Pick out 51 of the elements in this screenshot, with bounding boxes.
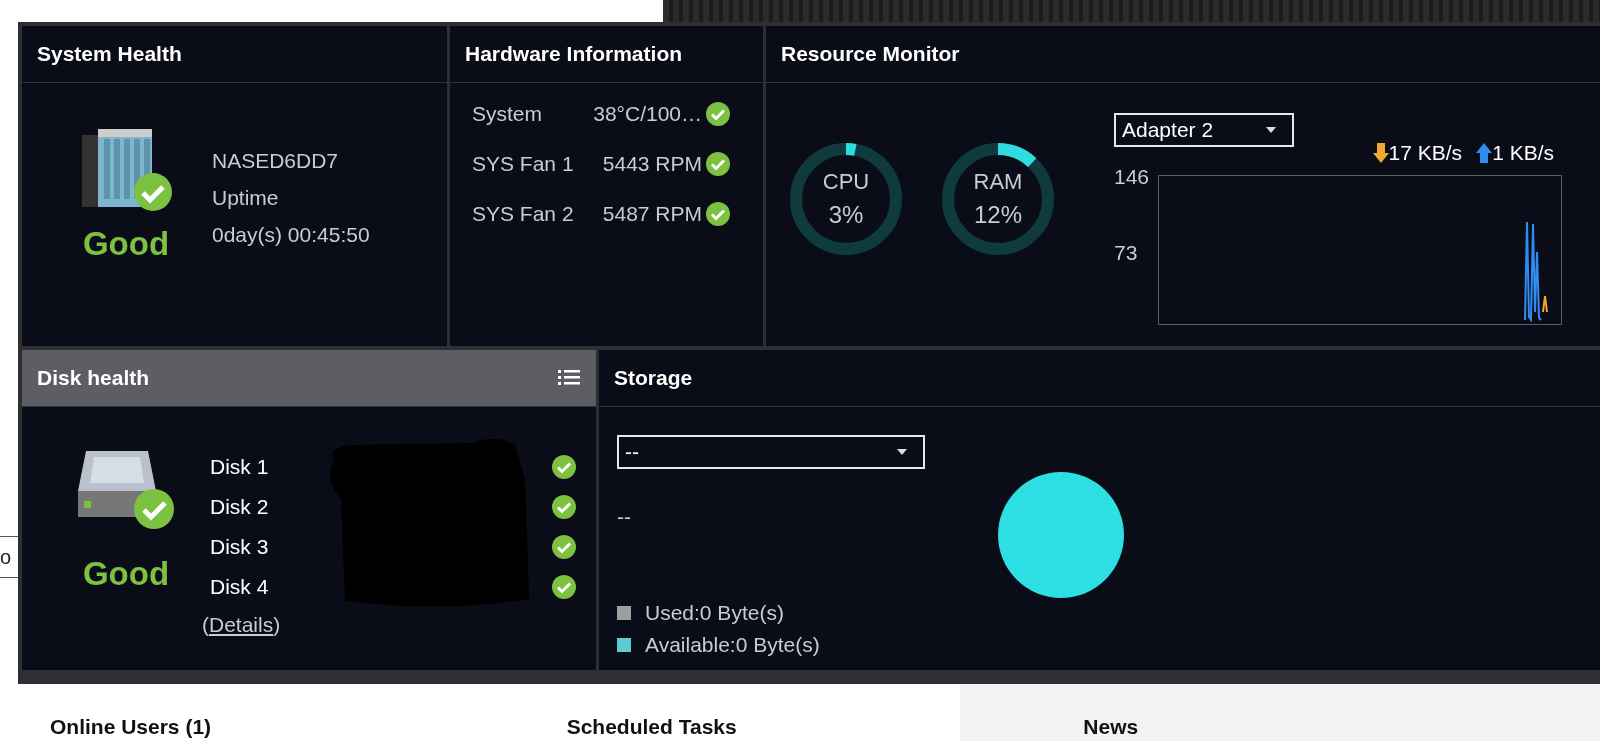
gauge-reading: 3% bbox=[828, 201, 864, 229]
axis-tick-label: 73 bbox=[1114, 241, 1138, 265]
bracket: ) bbox=[273, 613, 281, 637]
card-title: Resource Monitor bbox=[781, 42, 960, 66]
card-title: Disk health bbox=[37, 366, 150, 390]
uptime-label: Uptime bbox=[212, 186, 279, 210]
check-icon bbox=[552, 575, 576, 599]
hardware-value: 5443 RPM bbox=[601, 152, 703, 176]
check-icon bbox=[706, 152, 730, 176]
legend-label: Used:0 Byte(s) bbox=[645, 601, 784, 625]
hardware-label: SYS Fan 2 bbox=[472, 202, 575, 226]
hardware-value: 5487 RPM bbox=[601, 202, 703, 226]
section-title: Online Users (1) bbox=[50, 715, 213, 739]
disk-label: Disk 4 bbox=[210, 575, 269, 599]
check-icon bbox=[552, 495, 576, 519]
section-title: Scheduled Tasks bbox=[566, 715, 738, 739]
hardware-value: 38°C/100… bbox=[592, 102, 703, 126]
check-icon bbox=[552, 455, 576, 479]
card-title: Hardware Information bbox=[465, 42, 683, 66]
caret-icon bbox=[897, 449, 907, 455]
axis-tick-label: 146 bbox=[1114, 165, 1150, 189]
uptime-value: 0day(s) 00:45:50 bbox=[212, 223, 370, 247]
gauge-reading: 12% bbox=[973, 201, 1022, 229]
disk-label: Disk 1 bbox=[210, 455, 269, 479]
caret-icon bbox=[1266, 127, 1276, 133]
card-title: Storage bbox=[614, 366, 693, 390]
check-icon bbox=[552, 535, 576, 559]
check-icon bbox=[706, 202, 730, 226]
upload-speed: 1 KB/s bbox=[1492, 141, 1554, 165]
health-status: Good bbox=[82, 555, 170, 593]
section-title: News bbox=[1083, 715, 1140, 739]
upload-arrow-icon bbox=[1476, 143, 1493, 163]
hardware-label: SYS Fan 1 bbox=[472, 152, 575, 176]
storage-summary: -- bbox=[617, 505, 631, 529]
device-name: NASED6DD7 bbox=[212, 149, 339, 173]
gauge-label: RAM bbox=[973, 169, 1023, 195]
download-speed: 17 KB/s bbox=[1388, 141, 1463, 165]
download-arrow-icon bbox=[1372, 143, 1389, 163]
bracket: ( bbox=[202, 613, 209, 637]
legend-label: Available:0 Byte(s) bbox=[645, 633, 820, 657]
gauge-label: CPU bbox=[822, 169, 870, 195]
volume-dropdown[interactable]: -- bbox=[617, 435, 925, 469]
input-field[interactable]: o bbox=[0, 536, 18, 578]
disk-label: Disk 2 bbox=[210, 495, 269, 519]
adapter-dropdown[interactable]: Adapter 2 bbox=[1114, 113, 1294, 147]
disk-label: Disk 3 bbox=[210, 535, 269, 559]
check-icon bbox=[706, 102, 730, 126]
health-status: Good bbox=[82, 225, 170, 263]
hardware-label: System bbox=[472, 102, 543, 126]
card-title: System Health bbox=[37, 42, 182, 66]
list-icon[interactable] bbox=[558, 370, 580, 386]
